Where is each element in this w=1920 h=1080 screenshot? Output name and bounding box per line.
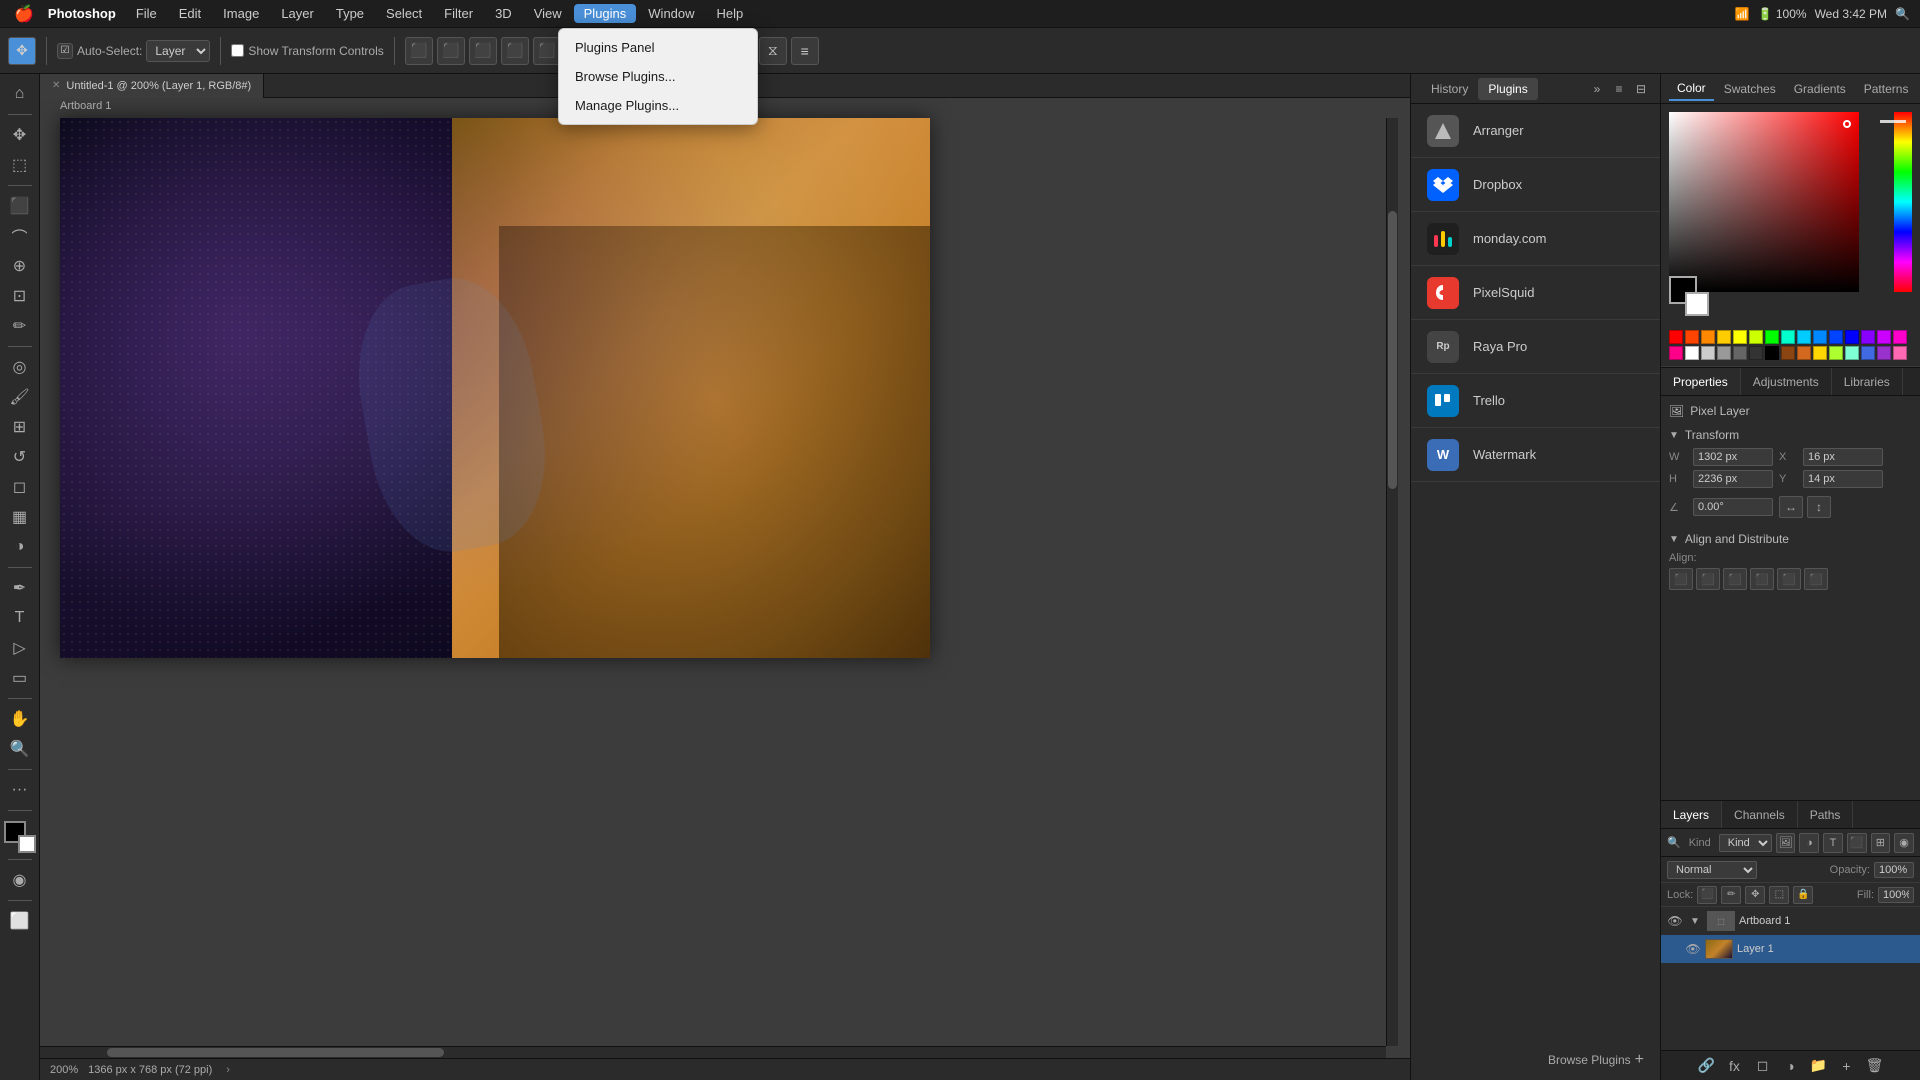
plugins-panel-item[interactable]: Plugins Panel bbox=[559, 33, 757, 62]
browse-plugins-item[interactable]: Browse Plugins... bbox=[559, 62, 757, 91]
plugins-dropdown: Plugins Panel Browse Plugins... Manage P… bbox=[558, 28, 758, 125]
dropdown-overlay[interactable]: Plugins Panel Browse Plugins... Manage P… bbox=[0, 0, 1920, 1080]
manage-plugins-item[interactable]: Manage Plugins... bbox=[559, 91, 757, 120]
